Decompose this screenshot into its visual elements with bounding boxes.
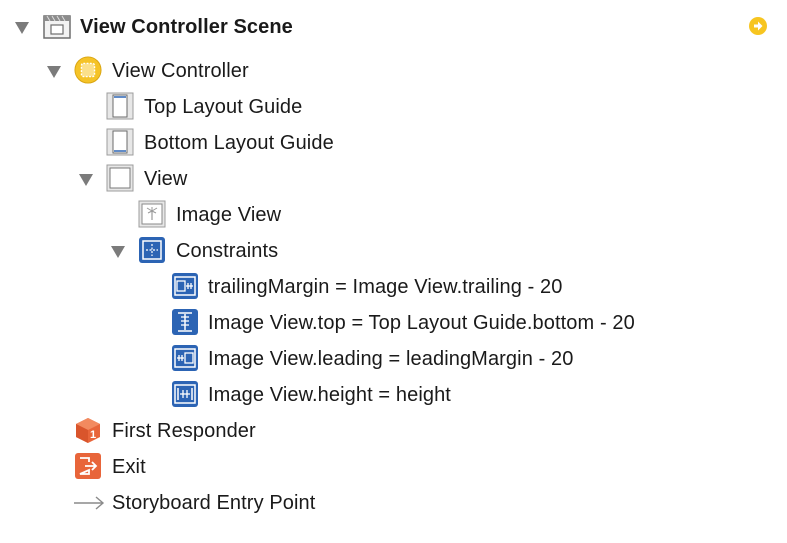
layout-guide-top-icon xyxy=(106,92,134,120)
first-responder-label: First Responder xyxy=(112,420,256,442)
height-constraint-icon xyxy=(172,381,198,407)
disclosure-triangle-expanded-icon[interactable] xyxy=(47,66,61,78)
outline-row-entry-point[interactable]: Storyboard Entry Point xyxy=(0,485,787,521)
outline-row-top-layout-guide[interactable]: Top Layout Guide xyxy=(0,89,787,125)
document-outline: View Controller Scene View Controller To… xyxy=(0,0,787,543)
view-controller-label: View Controller xyxy=(112,60,249,82)
svg-text:1: 1 xyxy=(90,429,96,441)
entry-point-arrow-icon xyxy=(74,496,105,510)
outline-row-constraint-leading[interactable]: Image View.leading = leadingMargin - 20 xyxy=(0,341,787,377)
outline-row-exit[interactable]: Exit xyxy=(0,449,787,485)
bottom-layout-guide-label: Bottom Layout Guide xyxy=(144,132,334,154)
disclosure-triangle-expanded-icon[interactable] xyxy=(79,174,93,186)
navigate-arrow-icon[interactable] xyxy=(748,16,768,36)
outline-row-constraint-height[interactable]: Image View.height = height xyxy=(0,377,787,413)
scene-label: View Controller Scene xyxy=(80,16,293,38)
outline-row-bottom-layout-guide[interactable]: Bottom Layout Guide xyxy=(0,125,787,161)
outline-row-view[interactable]: View xyxy=(0,161,787,197)
disclosure-triangle-expanded-icon[interactable] xyxy=(15,22,29,34)
constraint-label: Image View.height = height xyxy=(208,384,451,406)
image-view-icon xyxy=(138,200,166,228)
outline-row-constraint-top[interactable]: Image View.top = Top Layout Guide.bottom… xyxy=(0,305,787,341)
layout-guide-bottom-icon xyxy=(106,128,134,156)
image-view-label: Image View xyxy=(176,204,282,226)
scene-icon xyxy=(43,15,71,39)
first-responder-icon: 1 xyxy=(76,418,100,443)
outline-row-image-view[interactable]: Image View xyxy=(0,197,787,233)
entry-point-label: Storyboard Entry Point xyxy=(112,492,316,514)
disclosure-triangle-expanded-icon[interactable] xyxy=(111,246,125,258)
top-constraint-icon xyxy=(172,309,198,335)
exit-label: Exit xyxy=(112,456,146,478)
outline-row-constraint-trailing[interactable]: trailingMargin = Image View.trailing - 2… xyxy=(0,269,787,305)
outline-row-scene[interactable]: View Controller Scene xyxy=(0,9,787,45)
view-icon xyxy=(106,164,134,192)
constraint-label: trailingMargin = Image View.trailing - 2… xyxy=(208,276,563,298)
constraint-label: Image View.leading = leadingMargin - 20 xyxy=(208,348,574,370)
constraints-label: Constraints xyxy=(176,240,279,262)
constraints-icon xyxy=(139,237,165,263)
outline-row-constraints[interactable]: Constraints xyxy=(0,233,787,269)
view-label: View xyxy=(144,168,188,190)
top-layout-guide-label: Top Layout Guide xyxy=(144,96,303,118)
constraint-label: Image View.top = Top Layout Guide.bottom… xyxy=(208,312,635,334)
trailing-constraint-icon xyxy=(172,273,198,299)
outline-row-first-responder[interactable]: 1 First Responder xyxy=(0,413,787,449)
exit-icon xyxy=(75,453,101,479)
leading-constraint-icon xyxy=(172,345,198,371)
view-controller-icon xyxy=(74,56,102,84)
outline-row-view-controller[interactable]: View Controller xyxy=(0,53,787,89)
